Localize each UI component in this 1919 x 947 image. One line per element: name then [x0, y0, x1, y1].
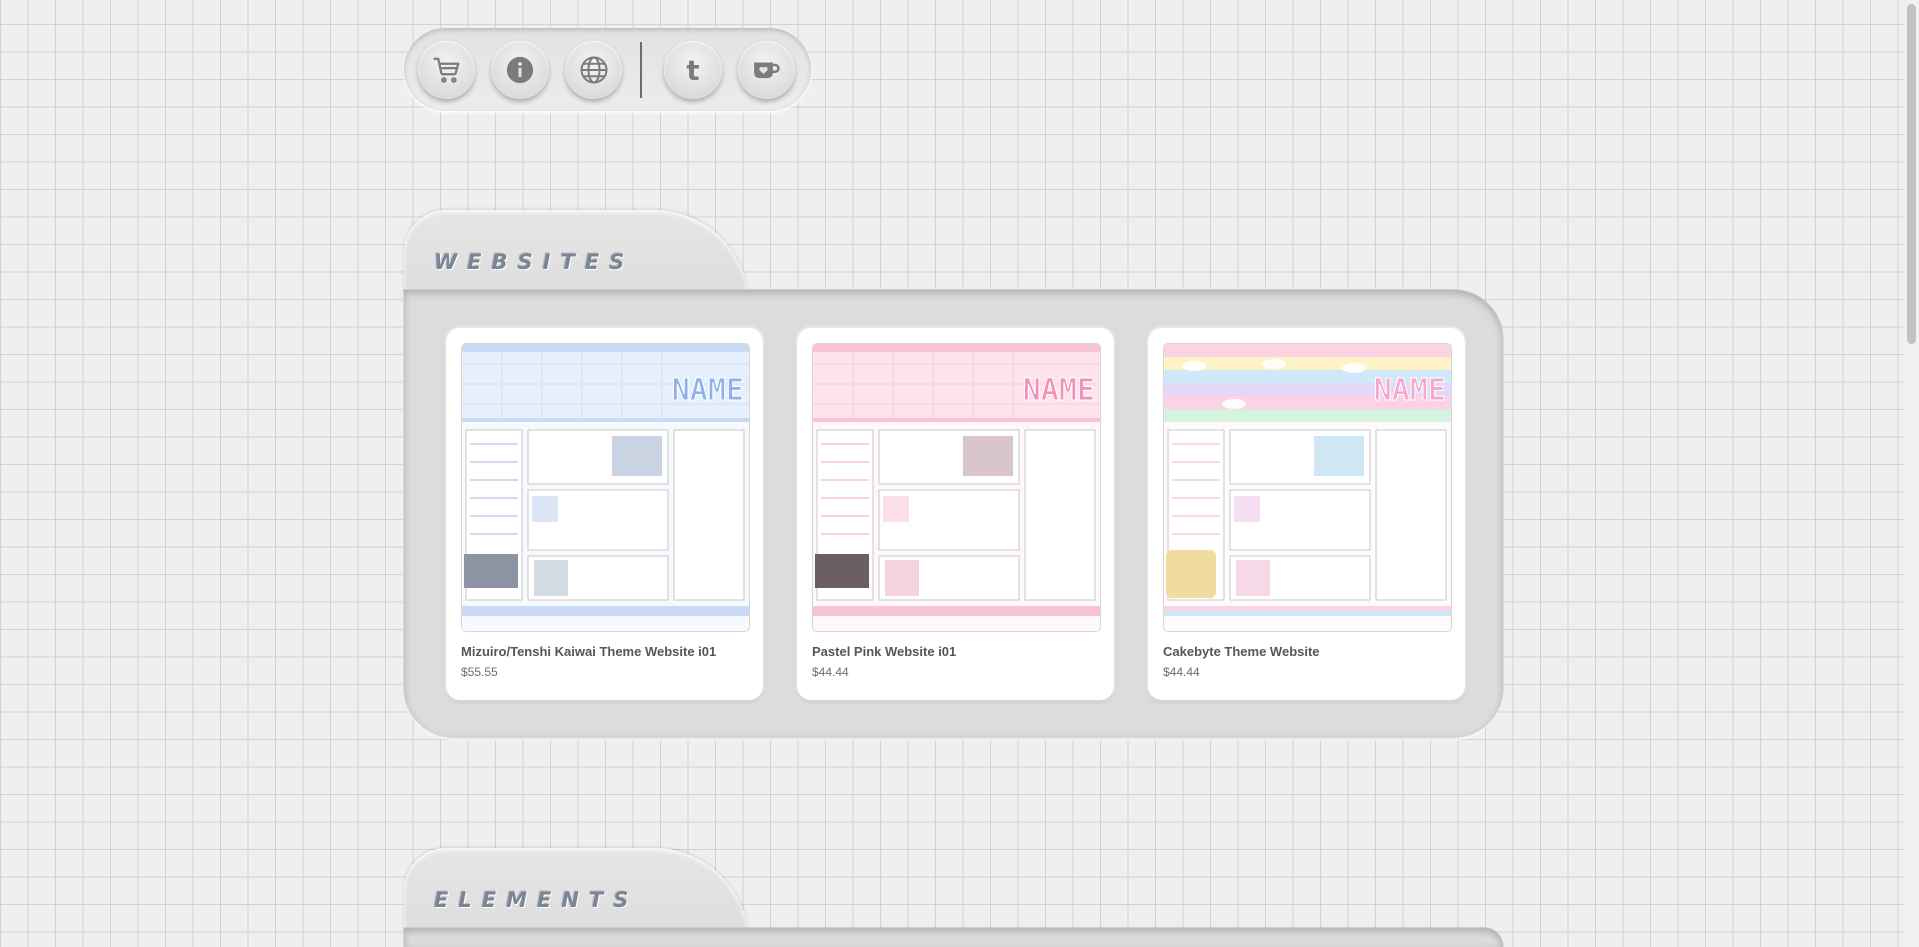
product-title[interactable]: Mizuiro/Tenshi Kaiwai Theme Website i01	[461, 644, 716, 659]
kofi-icon	[754, 62, 780, 78]
product-card[interactable]: NAME Cakebyte Theme Website $44.44	[1148, 328, 1465, 700]
product-card[interactable]: NAME Pastel Pink Website i01 $44.44	[797, 328, 1114, 700]
product-thumbnail: NAME	[812, 343, 1101, 632]
product-title[interactable]: Cakebyte Theme Website	[1163, 644, 1320, 659]
website-preview-image: NAME	[813, 344, 1100, 631]
elements-heading: ELEMENTS	[434, 888, 639, 912]
websites-heading: WEBSITES	[434, 250, 635, 274]
website-preview-image: NAME	[1164, 344, 1451, 631]
nav-divider	[640, 41, 643, 98]
thumb-name-text: NAME	[1374, 373, 1446, 408]
product-thumbnail: NAME	[461, 343, 750, 632]
product-price: $44.44	[812, 665, 849, 679]
product-card[interactable]: NAME Mizuiro/Tenshi Kaiwai Theme Website…	[446, 328, 763, 700]
info-icon	[506, 56, 534, 83]
cart-button[interactable]	[418, 40, 476, 99]
thumb-name-text: NAME	[1023, 373, 1095, 408]
tumblr-icon: t	[686, 55, 699, 85]
info-button[interactable]	[491, 40, 549, 99]
globe-button[interactable]	[564, 40, 623, 99]
thumb-name-text: NAME	[672, 373, 744, 408]
cart-icon	[433, 57, 460, 83]
elements-panel	[404, 928, 1503, 947]
tumblr-glyph: t	[686, 55, 699, 85]
icon-nav-bar: t	[404, 28, 811, 111]
kofi-button[interactable]	[737, 40, 796, 99]
product-price: $55.55	[461, 665, 498, 679]
website-preview-image: NAME	[462, 344, 749, 631]
product-thumbnail: NAME	[1163, 343, 1452, 632]
page-scrollbar[interactable]	[1904, 0, 1919, 947]
websites-panel: NAME Mizuiro/Tenshi Kaiwai Theme Website…	[404, 290, 1503, 738]
globe-icon	[580, 56, 608, 83]
product-title[interactable]: Pastel Pink Website i01	[812, 644, 956, 659]
scrollbar-thumb[interactable]	[1907, 4, 1916, 344]
product-price: $44.44	[1163, 665, 1200, 679]
tumblr-button[interactable]: t	[664, 40, 722, 99]
